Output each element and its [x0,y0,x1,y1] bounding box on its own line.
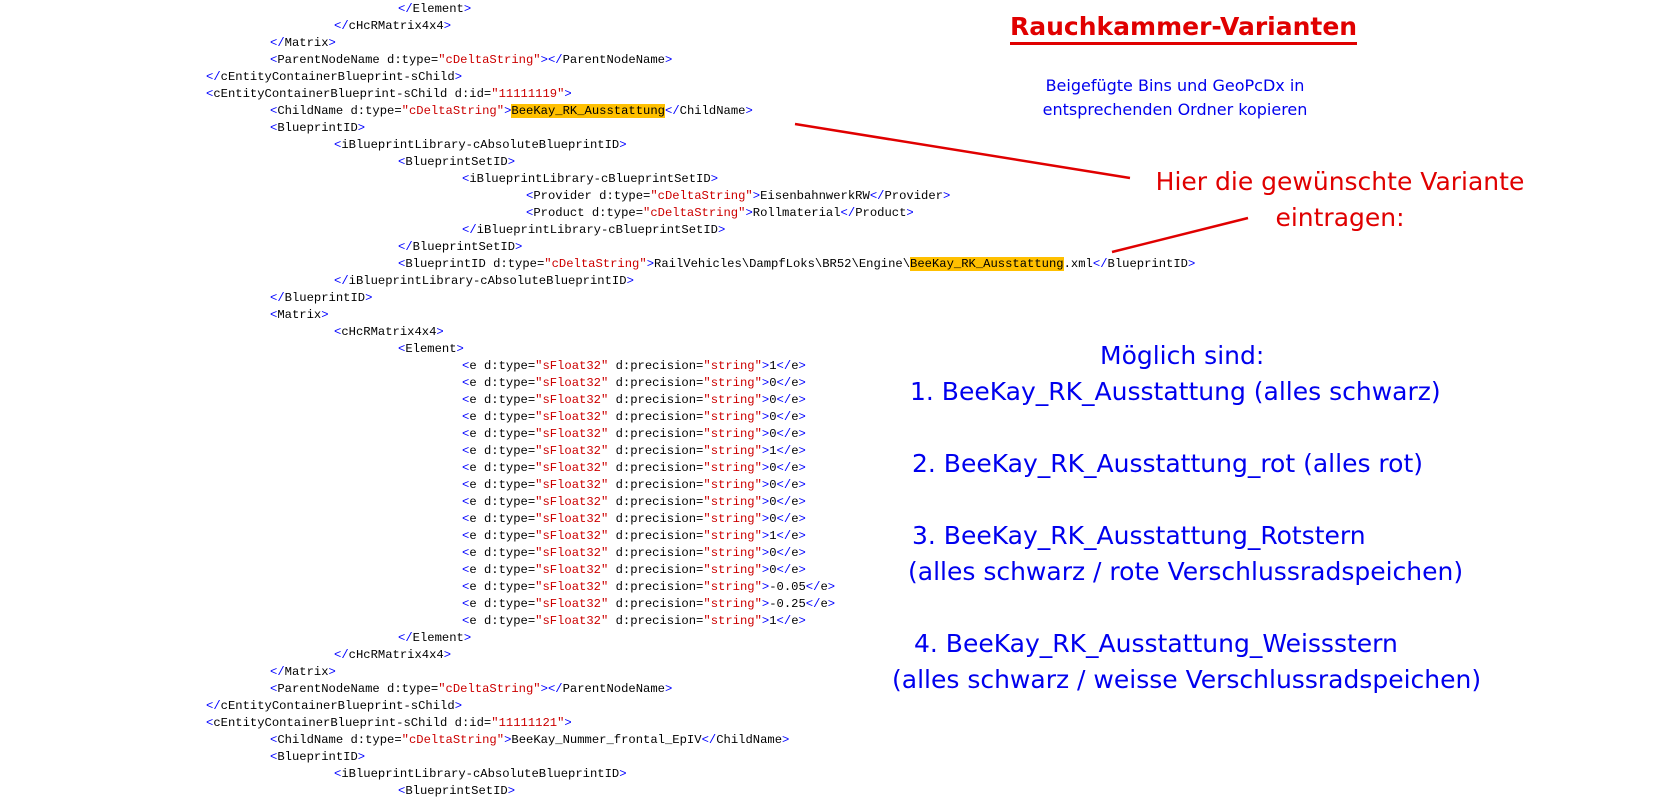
option-1: 1. BeeKay_RK_Ausstattung (alles schwarz) [910,377,1441,406]
page-title: Rauchkammer-Varianten [1010,12,1358,45]
options-heading: Möglich sind: [1100,341,1265,370]
option-4-name: 4. BeeKay_RK_Ausstattung_Weissstern [914,629,1398,658]
instruction-copy-files: Beigefügte Bins und GeoPcDx in entsprech… [1042,76,1308,119]
hint-enter-variant: Hier die gewünschte Variante eintragen: [1155,167,1525,232]
arrow-to-childname [794,122,1131,180]
option-3-name: 3. BeeKay_RK_Ausstattung_Rotstern [912,521,1366,550]
option-3-description: (alles schwarz / rote Verschlussradspeic… [908,557,1464,586]
option-2: 2. BeeKay_RK_Ausstattung_rot (alles rot) [912,449,1423,478]
option-4-description: (alles schwarz / weisse Verschlussradspe… [892,665,1482,694]
